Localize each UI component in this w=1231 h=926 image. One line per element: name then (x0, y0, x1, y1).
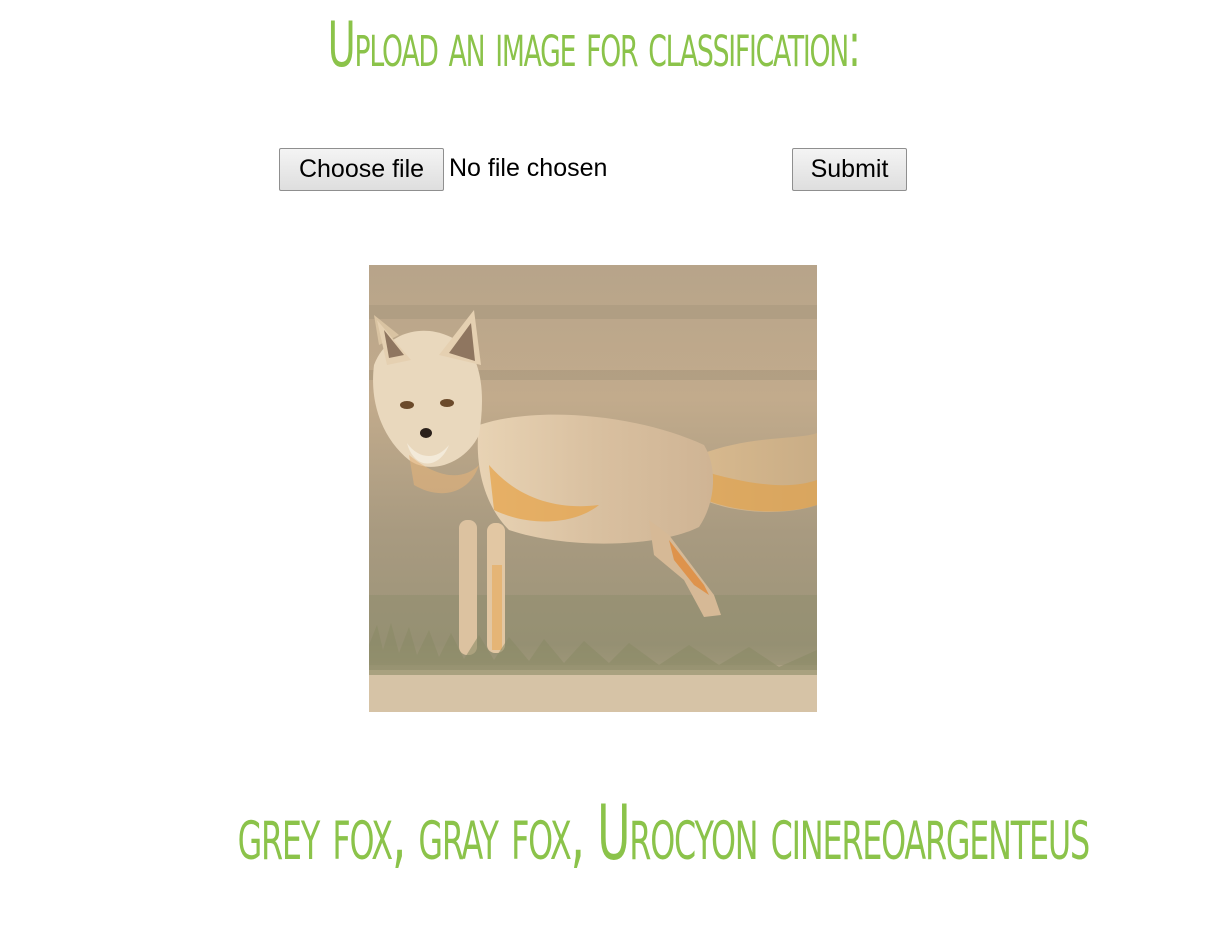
classification-result: grey fox, gray fox, Urocyon cinereoargen… (237, 788, 1091, 877)
uploaded-image-preview (369, 265, 817, 712)
file-status-text: No file chosen (449, 154, 608, 182)
page-title: Upload an image for classification: (327, 8, 861, 81)
submit-button[interactable]: Submit (792, 148, 907, 191)
choose-file-button[interactable]: Choose file (279, 148, 444, 191)
